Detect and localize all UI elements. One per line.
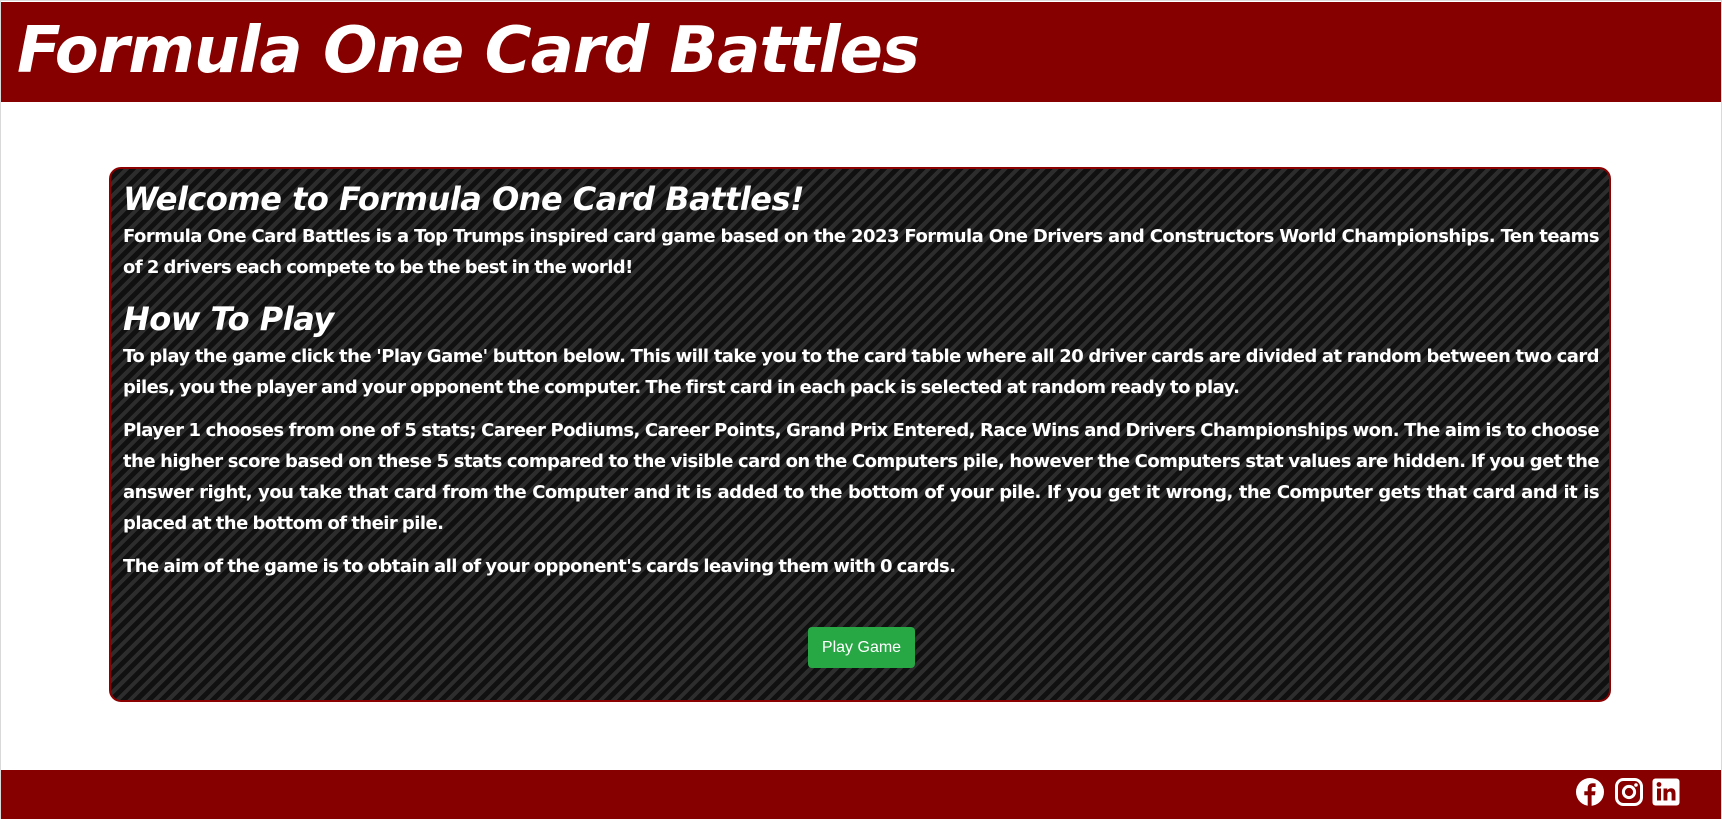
how-to-play-heading: How To Play: [123, 300, 334, 338]
intro-text: Formula One Card Battles is a Top Trumps…: [123, 226, 1600, 278]
facebook-link[interactable]: [1575, 777, 1605, 807]
instagram-link[interactable]: [1614, 777, 1644, 807]
site-footer: [1, 770, 1721, 819]
how-to-play-paragraph: The aim of the game is to obtain all of …: [123, 556, 956, 577]
play-game-button[interactable]: Play Game: [808, 627, 915, 668]
how-to-play-paragraph: Player 1 chooses from one of 5 stats; Ca…: [123, 420, 1600, 534]
how-to-play-paragraph: To play the game click the 'Play Game' b…: [123, 346, 1600, 398]
game-info-content: Welcome to Formula One Card Battles! For…: [123, 177, 1600, 594]
instagram-icon: [1614, 777, 1644, 807]
site-header: Formula One Card Battles: [1, 2, 1721, 102]
welcome-heading: Welcome to Formula One Card Battles!: [123, 180, 805, 218]
linkedin-icon: [1651, 777, 1681, 807]
facebook-icon: [1575, 777, 1605, 807]
site-title: Formula One Card Battles: [17, 14, 920, 88]
linkedin-link[interactable]: [1651, 777, 1681, 807]
game-info-panel: Welcome to Formula One Card Battles! For…: [109, 167, 1611, 702]
